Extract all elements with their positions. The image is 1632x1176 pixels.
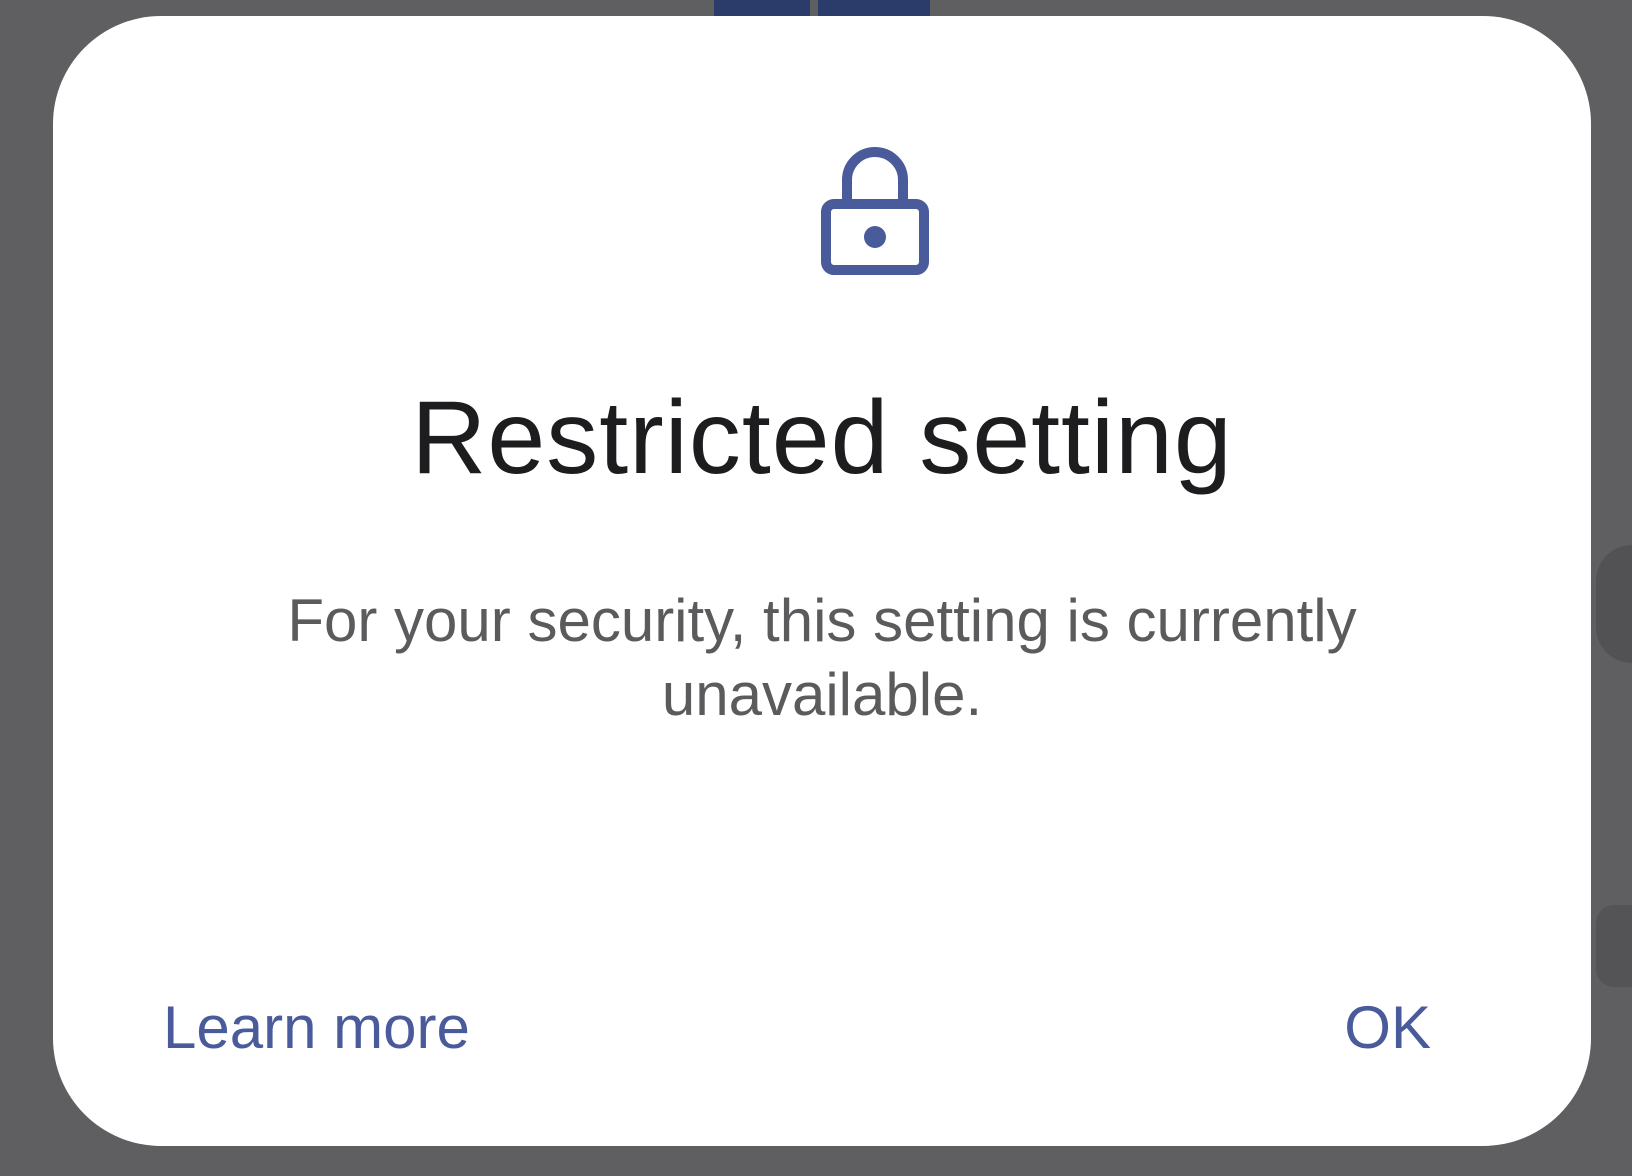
ok-button[interactable]: OK <box>1344 988 1431 1068</box>
background-app-element <box>1596 545 1632 663</box>
dialog-message: For your security, this setting is curre… <box>287 587 1357 728</box>
restricted-setting-dialog: Restricted setting For your security, th… <box>53 16 1591 1146</box>
dialog-title: Restricted setting <box>411 380 1233 496</box>
background-app-element <box>1596 905 1632 987</box>
learn-more-button[interactable]: Learn more <box>163 988 470 1068</box>
lock-icon <box>821 147 929 275</box>
